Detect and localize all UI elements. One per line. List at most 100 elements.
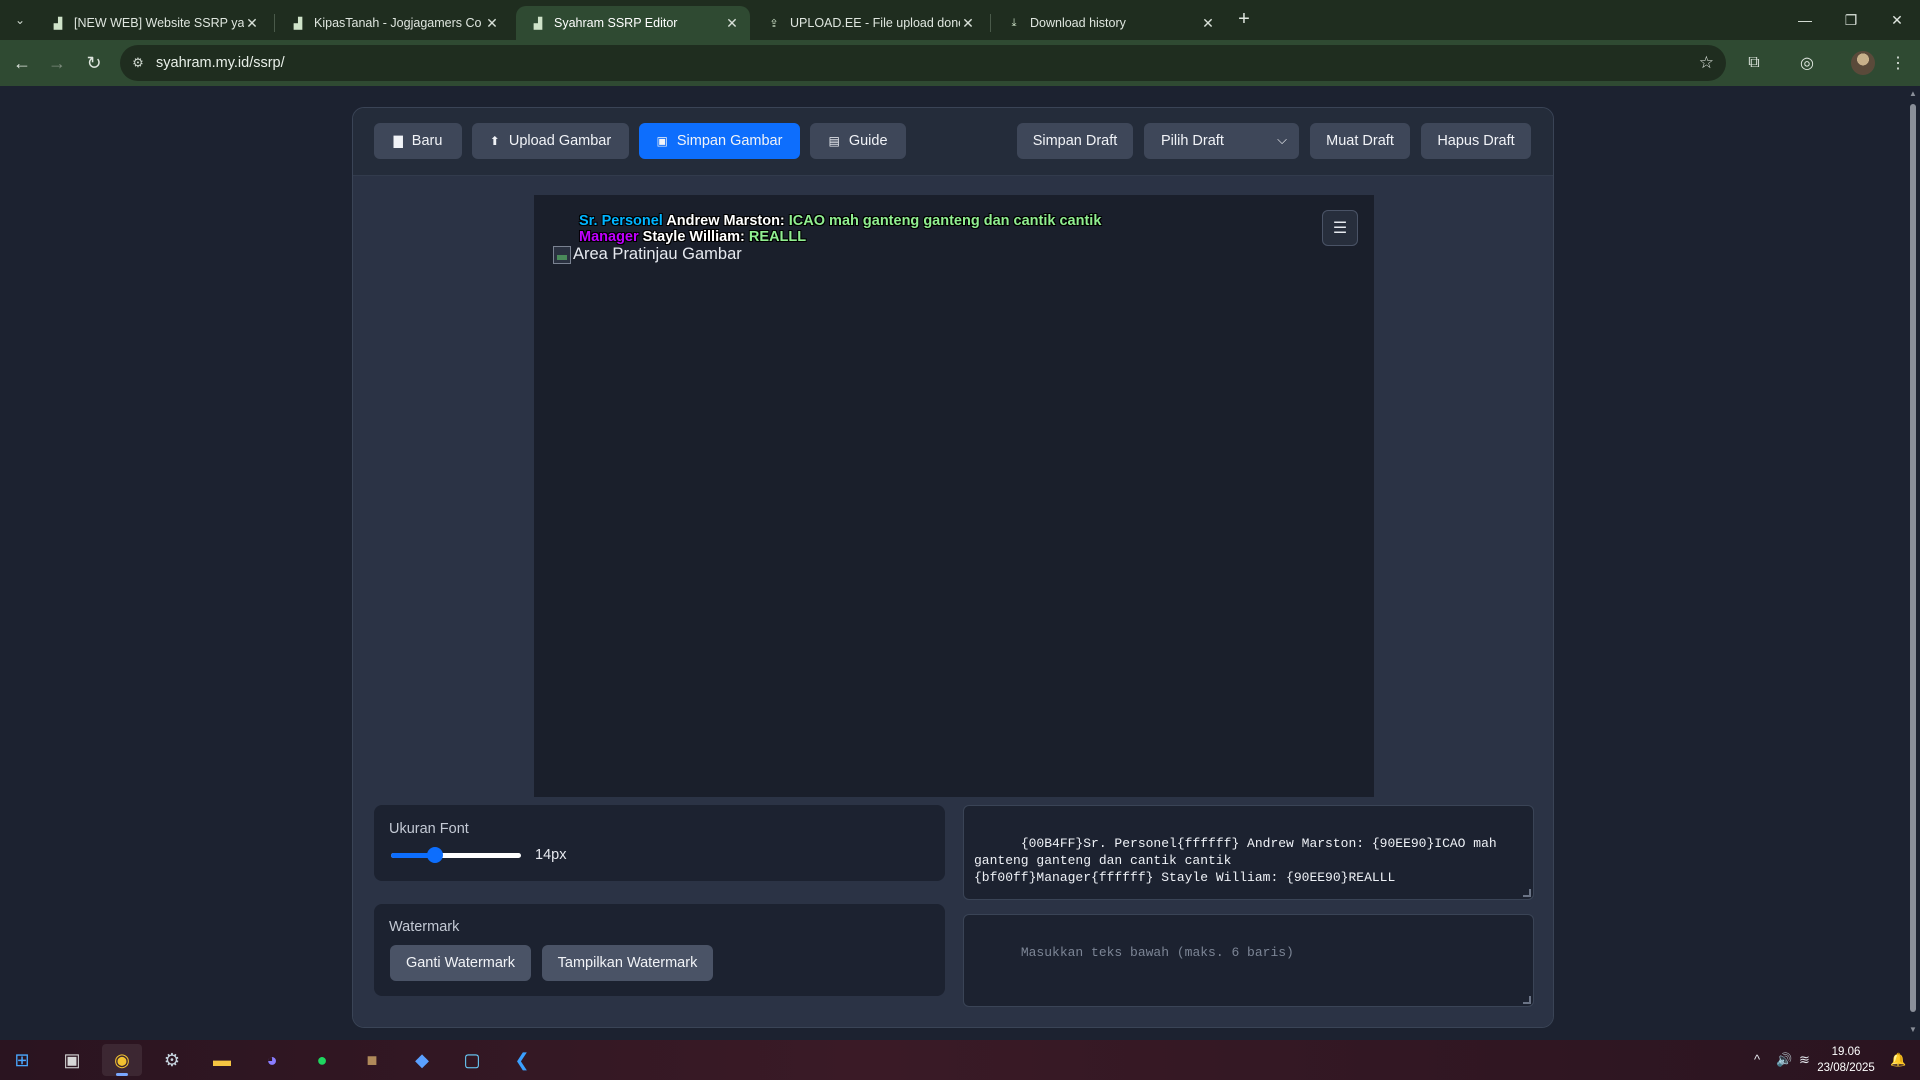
tab-title: [NEW WEB] Website SSRP yang (74, 16, 244, 30)
bookmark-star-icon[interactable]: ☆ (1699, 53, 1714, 73)
notification-bell-icon[interactable]: 🔔 (1890, 1052, 1906, 1068)
scroll-down-icon[interactable]: ▼ (1909, 1026, 1917, 1034)
site-info-icon[interactable]: ⚙ (120, 45, 156, 81)
restore-icon[interactable]: ❐ (1828, 0, 1874, 40)
change-watermark-button[interactable]: Ganti Watermark (390, 945, 531, 981)
file-explorer-icon[interactable]: ▬ (202, 1044, 242, 1076)
upload-image-button[interactable]: ⬆ Upload Gambar (472, 123, 629, 159)
save-image-button[interactable]: ▣ Simpan Gambar (639, 123, 800, 159)
scrollbar-thumb[interactable] (1910, 104, 1916, 1012)
tab-strip: ⌄ ▟ [NEW WEB] Website SSRP yang ✕ ▟ Kipa… (0, 0, 1920, 40)
show-watermark-button[interactable]: Tampilkan Watermark (542, 945, 713, 981)
app-taskbar-icon[interactable]: ▢ (452, 1044, 492, 1076)
font-size-value: 14px (535, 847, 567, 863)
tab-download-history[interactable]: ⤓ Download history ✕ (992, 6, 1226, 40)
watermark-panel: Watermark Ganti Watermark Tampilkan Wate… (374, 904, 945, 996)
chat-line-2: Manager Stayle William: REALLL (579, 229, 1101, 245)
volume-icon[interactable]: 🔊 (1776, 1052, 1792, 1068)
tab-syahram-editor[interactable]: ▟ Syahram SSRP Editor ✕ (516, 6, 750, 40)
active-indicator (116, 1073, 128, 1076)
resize-handle-icon[interactable] (1523, 996, 1531, 1004)
screenshot-icon[interactable]: ◎ (1793, 49, 1821, 77)
page-scrollbar[interactable]: ▲ ▼ (1906, 86, 1920, 1040)
menu-kebab-icon[interactable]: ⋮ (1884, 49, 1912, 77)
new-tab-button[interactable]: + (1232, 8, 1256, 32)
task-view-icon[interactable]: ▣ (52, 1044, 92, 1076)
change-watermark-label: Ganti Watermark (405, 955, 516, 971)
tab-kipastanah[interactable]: ▟ KipasTanah - Jogjagamers Co ✕ (276, 6, 510, 40)
font-size-slider[interactable] (391, 847, 521, 863)
chat-line-1: Sr. Personel Andrew Marston: ICAO mah ga… (579, 213, 1101, 229)
guide-label: Guide (848, 133, 888, 149)
delete-draft-button[interactable]: Hapus Draft (1421, 123, 1531, 159)
launcher-taskbar-icon[interactable]: ◆ (402, 1044, 442, 1076)
draft-select[interactable]: Pilih Draft ⌵ (1144, 123, 1299, 159)
image-preview-area[interactable]: Sr. Personel Andrew Marston: ICAO mah ga… (534, 195, 1374, 797)
close-window-icon[interactable]: ✕ (1874, 0, 1920, 40)
url-text[interactable]: syahram.my.id/ssrp/ (156, 55, 285, 71)
load-draft-button[interactable]: Muat Draft (1310, 123, 1410, 159)
vscode-taskbar-icon[interactable]: ❮ (502, 1044, 542, 1076)
windows-taskbar: ⊞ ▣ ◉ ⚙ ▬ ◕ ● ■ ◆ ▢ ❮ ^ 🔊 ≋ 19.06 23/08/… (0, 1040, 1920, 1080)
delete-draft-label: Hapus Draft (1437, 133, 1515, 149)
tray-chevron-icon[interactable]: ^ (1754, 1052, 1760, 1067)
chrome-taskbar-icon[interactable]: ◉ (102, 1044, 142, 1076)
tab-title: Syahram SSRP Editor (554, 16, 678, 30)
back-icon[interactable]: ← (8, 49, 36, 77)
chat-text-input[interactable]: {00B4FF}Sr. Personel{ffffff} Andrew Mars… (963, 805, 1534, 900)
slider-handle[interactable] (427, 847, 443, 863)
chevron-down-icon: ⌵ (1277, 132, 1287, 147)
profile-avatar[interactable] (1851, 51, 1875, 75)
ssrp-favicon-icon: ▟ (53, 17, 63, 30)
new-button[interactable]: ▇ Baru (374, 123, 462, 159)
forward-icon[interactable]: → (43, 49, 71, 77)
tab-search-button[interactable]: ⌄ (8, 8, 32, 32)
resize-handle-icon[interactable] (1523, 889, 1531, 897)
close-icon[interactable]: ✕ (1200, 15, 1216, 31)
close-icon[interactable]: ✕ (484, 15, 500, 31)
game-taskbar-icon[interactable]: ■ (352, 1044, 392, 1076)
browser-toolbar: ← → ↻ ⚙ syahram.my.id/ssrp/ ☆ ⧉ ◎ ⋮ (0, 40, 1920, 86)
bottom-text-placeholder: Masukkan teks bawah (maks. 6 baris) (1020, 945, 1294, 960)
editor-body: Sr. Personel Andrew Marston: ICAO mah ga… (353, 176, 1553, 1027)
close-icon[interactable]: ✕ (960, 15, 976, 31)
close-icon[interactable]: ✕ (244, 15, 260, 31)
wifi-icon[interactable]: ≋ (1799, 1052, 1810, 1068)
preview-image: Area Pratinjau Gambar (553, 245, 742, 264)
extensions-icon[interactable]: ⧉ (1740, 49, 1768, 77)
chat-name: Stayle William: (642, 229, 745, 245)
bottom-text-input[interactable]: Masukkan teks bawah (maks. 6 baris) (963, 914, 1534, 1007)
hamburger-icon: ☰ (1332, 220, 1348, 237)
address-bar[interactable]: ⚙ syahram.my.id/ssrp/ ☆ (120, 45, 1726, 81)
guide-button[interactable]: ▤ Guide (810, 123, 906, 159)
ssrp-favicon-icon: ▟ (293, 17, 303, 30)
tab-upload-ee[interactable]: ⇪ UPLOAD.EE - File upload done ✕ (752, 6, 986, 40)
new-button-label: Baru (411, 133, 443, 149)
spotify-taskbar-icon[interactable]: ● (302, 1044, 342, 1076)
broken-image-icon (553, 245, 571, 264)
preview-image-alt: Area Pratinjau Gambar (573, 245, 742, 263)
chat-message: REALLL (748, 229, 807, 245)
chat-overlay: Sr. Personel Andrew Marston: ICAO mah ga… (579, 213, 1101, 245)
tab-title: UPLOAD.EE - File upload done (790, 16, 960, 30)
scroll-up-icon[interactable]: ▲ (1909, 90, 1917, 98)
taskbar-clock[interactable]: 19.06 23/08/2025 (1816, 1044, 1876, 1076)
save-icon: ▣ (656, 134, 668, 148)
steam-taskbar-icon[interactable]: ⚙ (152, 1044, 192, 1076)
tab-ssrp-website[interactable]: ▟ [NEW WEB] Website SSRP yang ✕ (36, 6, 270, 40)
hamburger-menu-button[interactable]: ☰ (1322, 210, 1358, 246)
upload-icon: ⬆ (489, 134, 500, 148)
editor-toolbar: ▇ Baru ⬆ Upload Gambar ▣ Simpan Gambar ▤… (353, 108, 1553, 176)
book-icon: ▤ (828, 134, 840, 148)
close-icon[interactable]: ✕ (724, 15, 740, 31)
save-draft-button[interactable]: Simpan Draft (1017, 123, 1133, 159)
reload-icon[interactable]: ↻ (80, 49, 108, 77)
clock-time: 19.06 (1831, 1046, 1861, 1058)
font-size-panel: Ukuran Font 14px (374, 805, 945, 881)
load-draft-label: Muat Draft (1326, 133, 1394, 149)
windows-start-icon[interactable]: ⊞ (2, 1044, 42, 1076)
minimize-icon[interactable]: — (1782, 0, 1828, 40)
clock-date: 23/08/2025 (1817, 1062, 1875, 1074)
discord-taskbar-icon[interactable]: ◕ (252, 1044, 292, 1076)
draft-select-value: Pilih Draft (1161, 133, 1224, 149)
